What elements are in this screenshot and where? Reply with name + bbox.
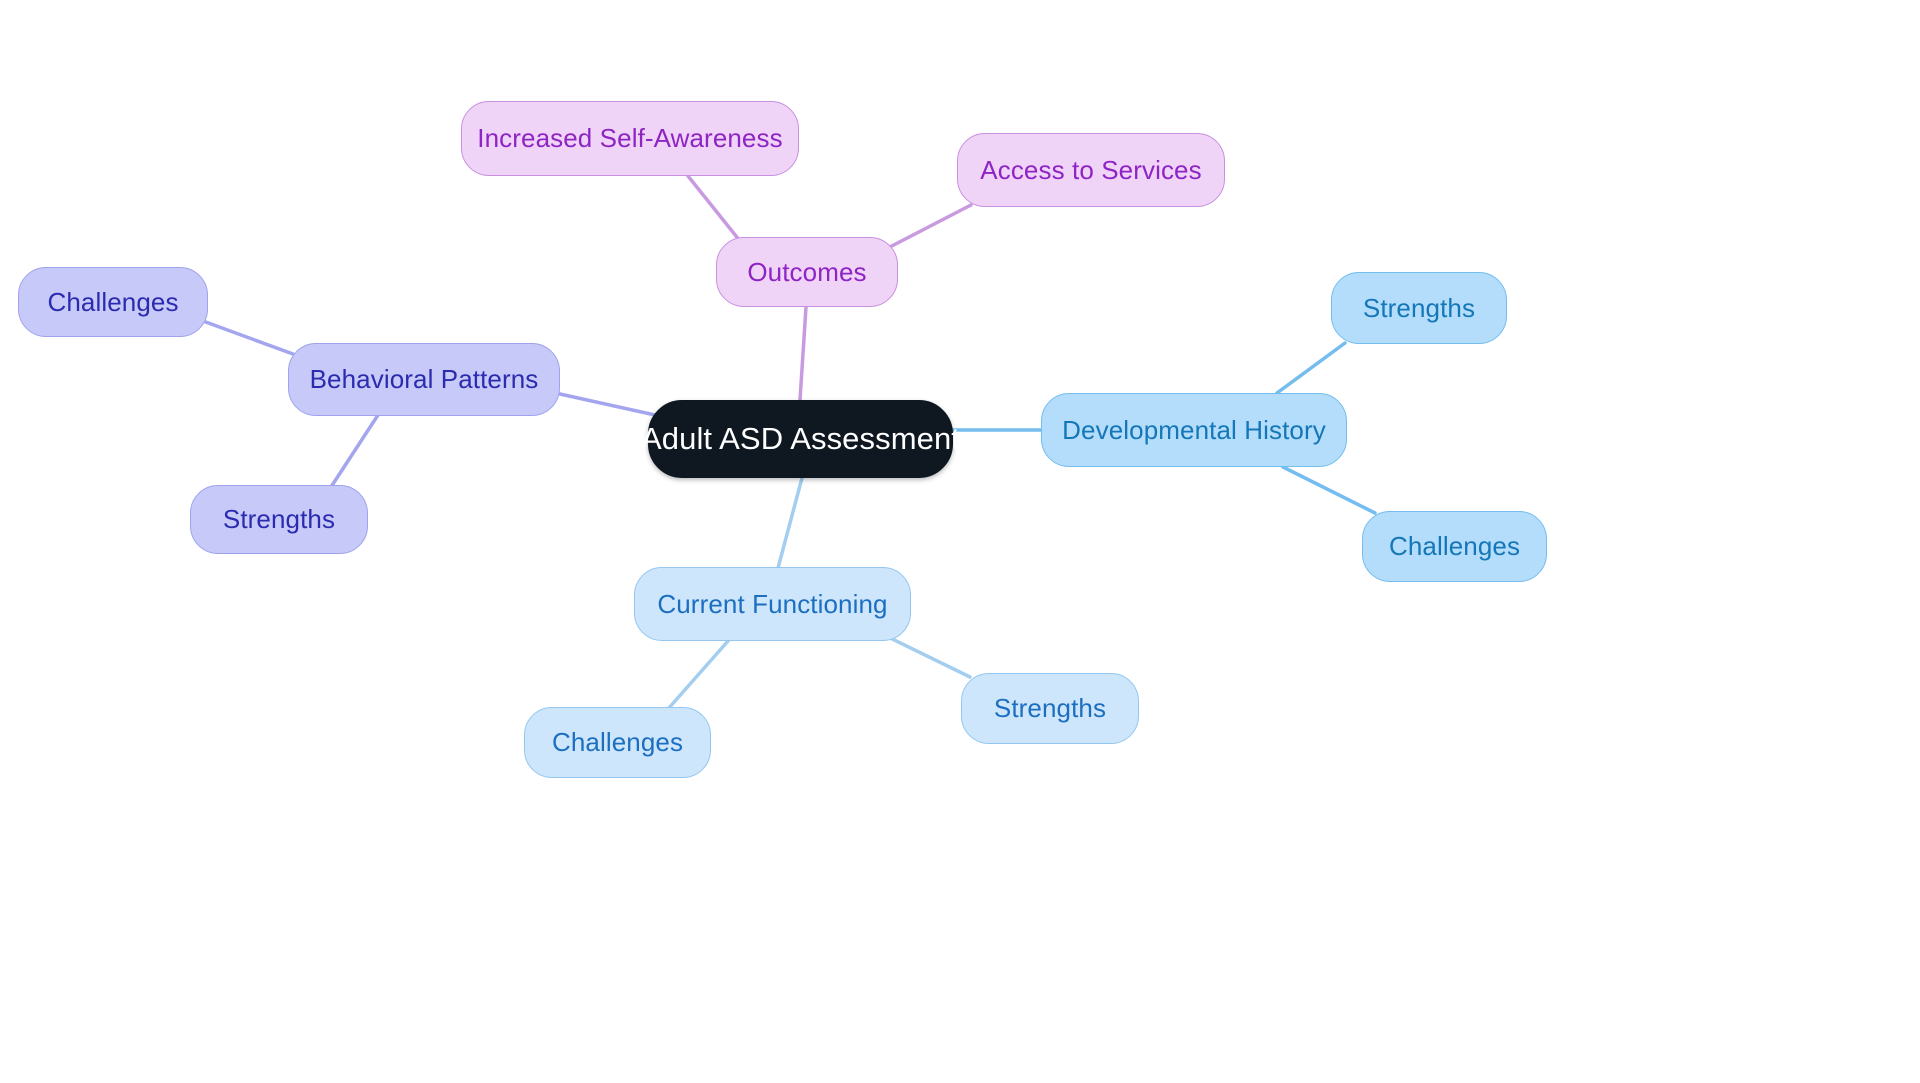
node-behavioral-challenges[interactable]: Challenges (18, 267, 208, 337)
node-label: Challenges (47, 286, 179, 317)
edge-root-current-functioning (776, 476, 804, 570)
node-label: Developmental History (1062, 414, 1326, 445)
edge-current-functioning-challenges (666, 639, 730, 711)
node-label: Adult ASD Assessment (640, 421, 961, 456)
mindmap-canvas: Increased Self-Awareness Access to Servi… (0, 0, 1920, 1083)
node-developmental-history[interactable]: Developmental History (1041, 393, 1347, 467)
edge-behavioral-patterns-strengths (329, 413, 380, 489)
edge-behavioral-patterns-challenges (201, 319, 295, 356)
node-label: Increased Self-Awareness (477, 123, 783, 153)
node-behavioral-strengths[interactable]: Strengths (190, 485, 368, 554)
node-outcomes[interactable]: Outcomes (716, 237, 898, 307)
node-label: Strengths (222, 504, 336, 534)
node-developmental-strengths[interactable]: Strengths (1331, 272, 1507, 344)
edge-developmental-history-strengths (1275, 341, 1347, 395)
node-developmental-challenges[interactable]: Challenges (1362, 511, 1547, 582)
node-label: Access to Services (980, 154, 1202, 185)
node-label: Challenges (551, 727, 684, 757)
node-current-strengths[interactable]: Strengths (961, 673, 1139, 744)
node-access-to-services[interactable]: Access to Services (957, 133, 1225, 207)
node-label: Challenges (1388, 531, 1521, 561)
node-current-functioning[interactable]: Current Functioning (634, 567, 911, 641)
node-label: Strengths (1362, 292, 1476, 323)
node-root-adult-asd-assessment[interactable]: Adult ASD Assessment (641, 400, 960, 478)
edge-developmental-history-challenges (1281, 465, 1377, 515)
node-label: Behavioral Patterns (309, 364, 539, 394)
node-label: Strengths (993, 693, 1107, 723)
node-increased-self-awareness[interactable]: Increased Self-Awareness (461, 101, 799, 176)
node-current-challenges[interactable]: Challenges (524, 707, 711, 778)
node-label: Outcomes (747, 256, 867, 287)
edge-root-outcomes (798, 305, 808, 402)
edge-outcomes-increased-self-awareness (686, 174, 746, 248)
node-behavioral-patterns[interactable]: Behavioral Patterns (288, 343, 560, 416)
edge-current-functioning-strengths (886, 635, 972, 679)
edge-root-behavioral-patterns (558, 392, 657, 417)
edge-outcomes-access-to-services (882, 203, 973, 252)
node-label: Current Functioning (657, 588, 888, 619)
